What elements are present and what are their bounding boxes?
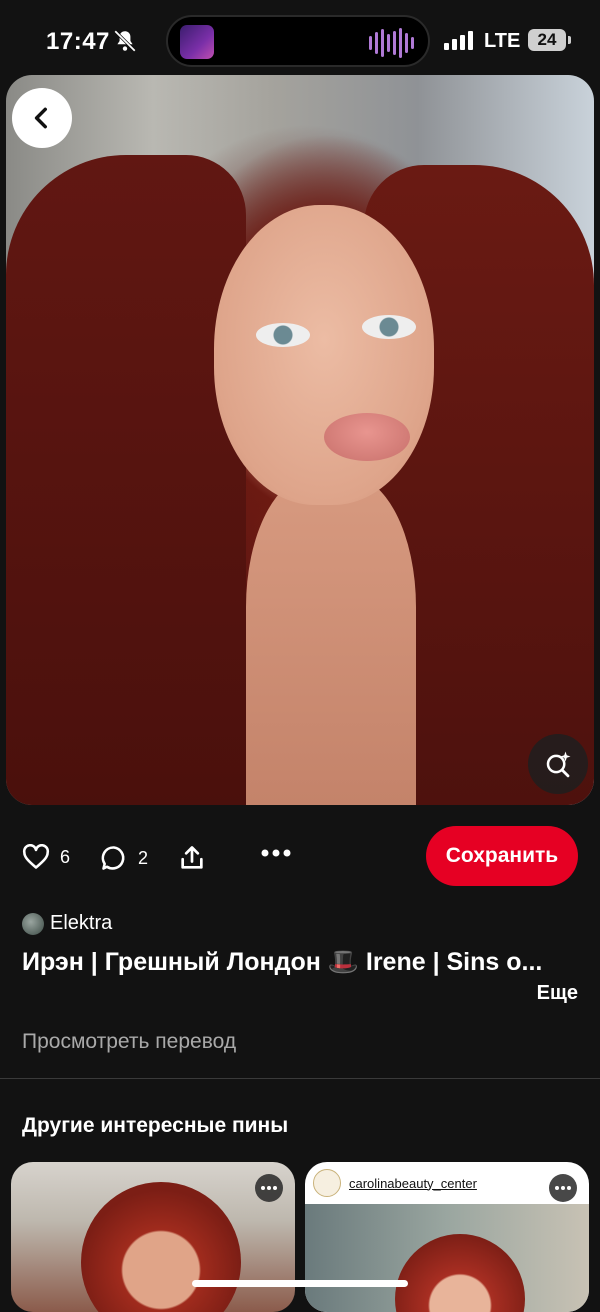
more-options-button[interactable] bbox=[260, 848, 292, 858]
card-more-button[interactable] bbox=[255, 1174, 283, 1202]
battery-icon: 24 bbox=[528, 29, 571, 51]
author-name: Elektra bbox=[50, 912, 113, 934]
now-playing-artwork bbox=[180, 25, 214, 59]
lens-search-icon bbox=[546, 751, 571, 778]
pin-thumbnail bbox=[305, 1204, 589, 1312]
eye-shape bbox=[256, 323, 310, 347]
related-heading: Другие интересные пины bbox=[22, 1114, 289, 1137]
hair-shape bbox=[6, 155, 246, 805]
author-link[interactable]: Elektra bbox=[22, 912, 112, 935]
like-count: 6 bbox=[60, 846, 71, 867]
lips-shape bbox=[324, 413, 410, 461]
save-button[interactable]: Сохранить bbox=[426, 826, 578, 886]
neck-shape bbox=[246, 475, 416, 805]
hair-shape bbox=[395, 1234, 525, 1312]
related-pin-card[interactable] bbox=[11, 1162, 295, 1312]
account-name: carolinabeauty_center bbox=[349, 1175, 477, 1191]
comment-button[interactable]: 2 bbox=[100, 844, 148, 872]
share-button[interactable] bbox=[178, 844, 206, 872]
pin-image[interactable] bbox=[6, 75, 594, 805]
divider bbox=[0, 1078, 600, 1079]
comment-icon bbox=[101, 846, 125, 870]
dynamic-island[interactable] bbox=[166, 15, 430, 67]
face-shape bbox=[214, 205, 434, 505]
pin-actions: 6 2 Сохранить bbox=[0, 826, 600, 890]
status-bar: 17:47 LTE 24 bbox=[0, 0, 600, 80]
share-icon bbox=[181, 846, 203, 869]
comment-count: 2 bbox=[138, 847, 149, 868]
card-account-header[interactable]: carolinabeauty_center bbox=[305, 1162, 589, 1204]
like-button[interactable]: 6 bbox=[22, 844, 70, 870]
home-indicator[interactable] bbox=[192, 1280, 408, 1287]
related-pin-card[interactable]: carolinabeauty_center bbox=[305, 1162, 589, 1312]
back-button[interactable] bbox=[12, 88, 72, 148]
translate-link[interactable]: Просмотреть перевод bbox=[22, 1030, 236, 1054]
pin-title: Ирэн | Грешный Лондон 🎩 Irene | Sins o..… bbox=[22, 948, 543, 976]
status-time: 17:47 bbox=[46, 28, 110, 55]
network-label: LTE bbox=[484, 30, 521, 52]
card-more-button[interactable] bbox=[549, 1174, 577, 1202]
signal-icon bbox=[444, 30, 473, 50]
more-horizontal-icon bbox=[261, 849, 291, 857]
bell-slash-icon bbox=[114, 30, 136, 52]
more-link[interactable]: Еще bbox=[537, 982, 578, 1005]
visual-search-button[interactable] bbox=[528, 734, 588, 794]
chevron-left-icon bbox=[34, 107, 47, 129]
audio-wave-icon bbox=[369, 27, 414, 59]
eye-shape bbox=[362, 315, 416, 339]
account-logo-icon bbox=[313, 1169, 341, 1197]
heart-icon bbox=[22, 844, 50, 869]
avatar bbox=[22, 912, 44, 935]
pin-thumbnail bbox=[81, 1182, 241, 1312]
